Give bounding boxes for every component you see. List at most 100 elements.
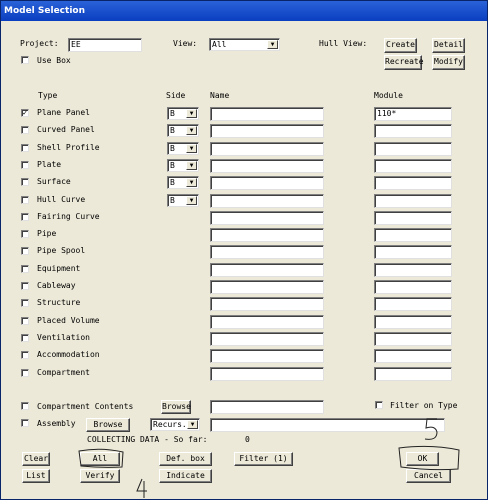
row-module-input[interactable]: [374, 315, 452, 329]
assembly-checkbox[interactable]: [21, 419, 29, 427]
compartment-contents-checkbox[interactable]: [21, 402, 29, 410]
row-module-input[interactable]: 110*: [374, 107, 452, 121]
row-side-value: B: [170, 161, 175, 170]
chevron-down-icon: ▼: [186, 196, 197, 205]
row-module-input[interactable]: [374, 228, 452, 242]
row-type-label: Compartment: [37, 368, 90, 377]
row-name-input[interactable]: [210, 297, 324, 311]
row-checkbox[interactable]: [21, 351, 29, 359]
row-name-input[interactable]: [210, 245, 324, 259]
use-box-checkbox[interactable]: [21, 56, 29, 64]
row-type-label: Cableway: [37, 281, 76, 290]
row-type-label: Shell Profile: [37, 143, 100, 152]
row-module-input[interactable]: [374, 297, 452, 311]
project-label: Project:: [20, 39, 59, 48]
create-button[interactable]: Create: [384, 38, 417, 53]
row-checkbox[interactable]: [21, 334, 29, 342]
row-name-input[interactable]: [210, 332, 324, 346]
model-selection-window: Model Selection Project: EE View: All ▼ …: [0, 0, 488, 500]
verify-button[interactable]: Verify: [80, 469, 120, 483]
filter-on-type-label: Filter on Type: [390, 401, 458, 410]
row-name-input[interactable]: [210, 159, 324, 173]
row-checkbox[interactable]: [21, 126, 29, 134]
row-type-label: Ventilation: [37, 333, 90, 342]
side-column-header: Side: [166, 91, 186, 100]
clear-button[interactable]: Clear: [22, 452, 50, 466]
row-module-input[interactable]: [374, 211, 452, 225]
row-side-select[interactable]: B ▼: [167, 142, 199, 155]
row-module-input[interactable]: [374, 142, 452, 156]
row-side-select[interactable]: B ▼: [167, 107, 199, 120]
list-button[interactable]: List: [22, 469, 50, 483]
row-module-input[interactable]: [374, 280, 452, 294]
cancel-button[interactable]: Cancel: [406, 469, 451, 483]
row-checkbox[interactable]: [21, 317, 29, 325]
row-name-input[interactable]: [210, 124, 324, 138]
chevron-down-icon: ▼: [186, 144, 197, 153]
modify-button[interactable]: Modify: [432, 55, 465, 70]
assembly-input[interactable]: [210, 418, 445, 432]
def-box-button[interactable]: Def. box: [159, 452, 212, 466]
filter-on-type-checkbox[interactable]: [375, 401, 383, 409]
chevron-down-icon: ▼: [187, 420, 198, 429]
row-name-input[interactable]: [210, 349, 324, 363]
row-checkbox[interactable]: [21, 161, 29, 169]
row-module-input[interactable]: [374, 194, 452, 208]
view-select[interactable]: All ▼: [209, 38, 280, 51]
assembly-browse-button[interactable]: Browse: [86, 418, 130, 432]
row-name-input[interactable]: [210, 367, 324, 381]
row-name-input[interactable]: [210, 211, 324, 225]
row-module-input[interactable]: [374, 332, 452, 346]
row-side-select[interactable]: B ▼: [167, 194, 199, 207]
row-side-select[interactable]: B ▼: [167, 159, 199, 172]
row-checkbox[interactable]: [21, 196, 29, 204]
filter-button[interactable]: Filter (1): [234, 452, 293, 466]
row-checkbox[interactable]: [21, 247, 29, 255]
ok-button[interactable]: OK: [406, 452, 439, 466]
row-name-input[interactable]: [210, 228, 324, 242]
row-type-label: Structure: [37, 298, 81, 307]
view-select-value: All: [212, 40, 227, 49]
row-type-label: Curved Panel: [37, 125, 95, 134]
recurs-select[interactable]: Recurs. ▼: [150, 418, 200, 431]
row-side-value: B: [170, 109, 175, 118]
row-checkbox[interactable]: [21, 230, 29, 238]
row-side-select[interactable]: B ▼: [167, 176, 199, 189]
row-module-input[interactable]: [374, 367, 452, 381]
row-checkbox[interactable]: [21, 265, 29, 273]
row-name-input[interactable]: [210, 176, 324, 190]
compartment-contents-input[interactable]: [210, 400, 324, 414]
row-name-input[interactable]: [210, 315, 324, 329]
row-module-input[interactable]: [374, 176, 452, 190]
all-button[interactable]: All: [80, 452, 120, 466]
row-side-value: B: [170, 196, 175, 205]
row-module-input[interactable]: [374, 349, 452, 363]
row-module-input[interactable]: [374, 263, 452, 277]
row-module-input[interactable]: [374, 124, 452, 138]
row-checkbox[interactable]: [21, 144, 29, 152]
detail-button[interactable]: Detail: [432, 38, 465, 53]
row-name-input[interactable]: [210, 194, 324, 208]
name-column-header: Name: [210, 91, 230, 100]
view-label: View:: [173, 39, 198, 48]
row-checkbox[interactable]: [21, 178, 29, 186]
row-checkbox[interactable]: [21, 299, 29, 307]
chevron-down-icon: ▼: [186, 126, 197, 135]
row-checkbox[interactable]: [21, 369, 29, 377]
indicate-button[interactable]: Indicate: [159, 469, 212, 483]
row-side-select[interactable]: B ▼: [167, 124, 199, 137]
row-name-input[interactable]: [210, 263, 324, 277]
project-input[interactable]: EE: [68, 38, 142, 52]
row-name-input[interactable]: [210, 280, 324, 294]
recreate-button[interactable]: Recreate: [384, 55, 424, 70]
row-type-label: Hull Curve: [37, 195, 86, 204]
row-module-input[interactable]: [374, 245, 452, 259]
row-checkbox[interactable]: [21, 213, 29, 221]
compartment-browse-button[interactable]: Browse: [161, 400, 191, 414]
row-name-input[interactable]: [210, 142, 324, 156]
row-checkbox[interactable]: ✓: [21, 109, 29, 117]
collecting-count: 0: [245, 435, 250, 444]
row-name-input[interactable]: [210, 107, 324, 121]
row-checkbox[interactable]: [21, 282, 29, 290]
row-module-input[interactable]: [374, 159, 452, 173]
